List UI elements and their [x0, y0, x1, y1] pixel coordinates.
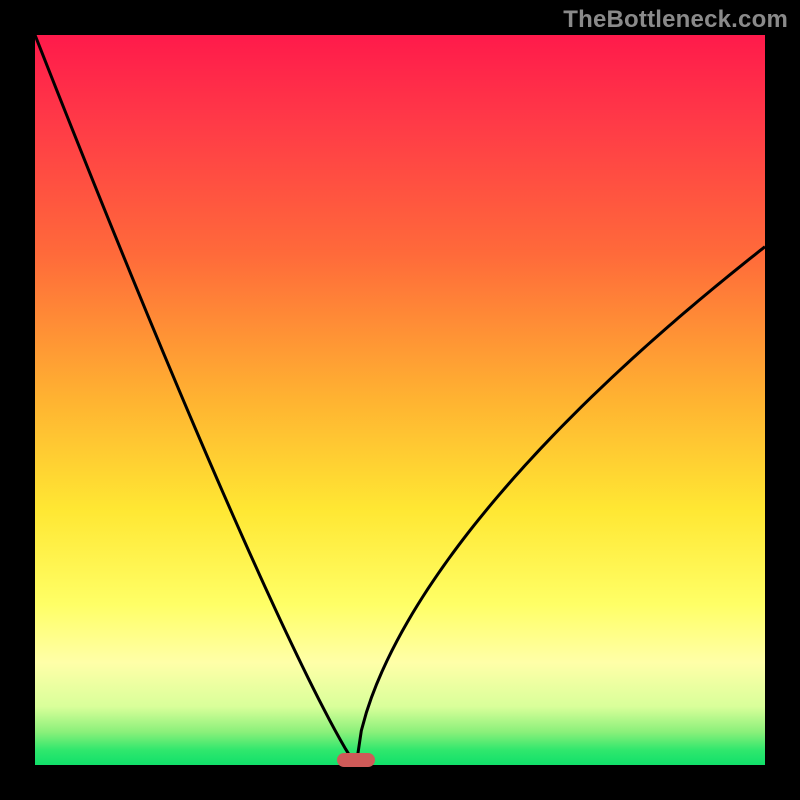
- minimum-marker: [337, 753, 375, 767]
- gradient-plot: [35, 35, 765, 765]
- watermark-text: TheBottleneck.com: [563, 6, 788, 34]
- chart-frame: TheBottleneck.com: [0, 0, 800, 800]
- plot-area: [35, 35, 765, 765]
- gradient-background: [35, 35, 765, 765]
